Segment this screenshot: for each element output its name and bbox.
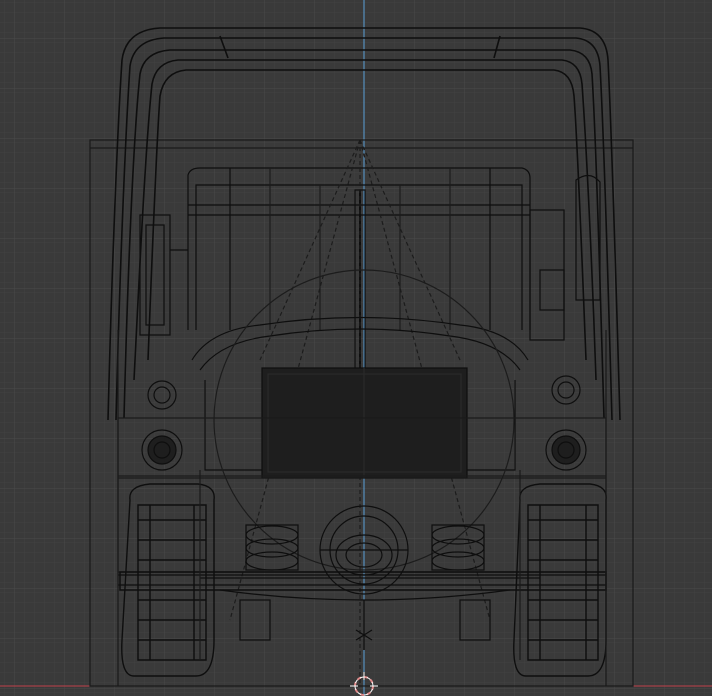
- 3d-viewport[interactable]: [0, 0, 712, 696]
- grid-major: [0, 0, 712, 696]
- left-headlight: [141, 429, 183, 471]
- right-headlight: [545, 429, 587, 471]
- viewport-canvas[interactable]: [0, 0, 712, 696]
